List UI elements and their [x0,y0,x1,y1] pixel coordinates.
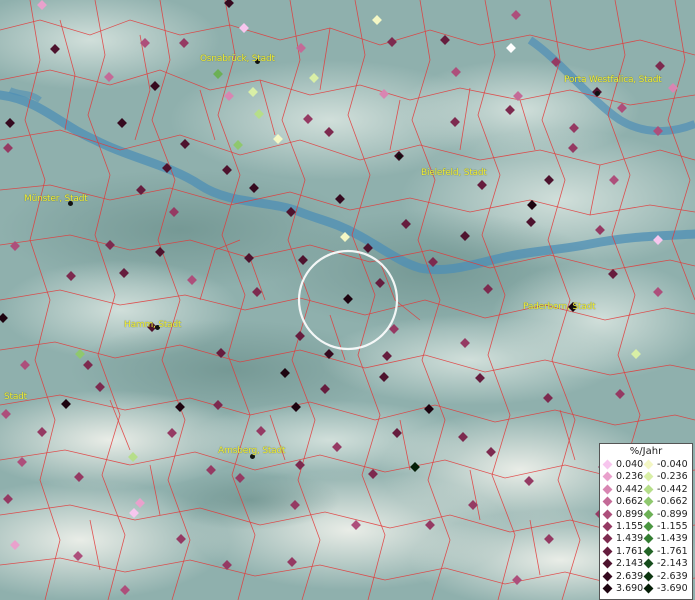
legend-entry: 0.442 [602,483,644,495]
legend-swatch [602,484,613,495]
legend-entry: 1.155 [602,521,644,532]
legend-swatch [643,546,654,557]
city-label: Bielefeld, Stadt [421,168,487,178]
legend-swatch [602,459,613,470]
city-label: Porta Westfalica, Stadt [564,75,662,85]
legend-swatch [643,533,654,544]
city-dot[interactable] [397,154,402,159]
city-label: Arnsberg, Stadt [218,446,286,456]
legend-swatch [602,558,613,569]
city-label: Hamm, Stadt [124,320,182,330]
city-label: Stadt [4,392,27,402]
legend-swatch [602,509,613,520]
legend-entry: -1.439 [643,533,688,545]
legend-value: -3.690 [657,583,688,594]
legend-swatch [602,546,613,557]
legend-swatch [602,583,613,594]
legend-entry: 1.439 [602,533,644,545]
legend-title: %/Jahr [629,446,663,457]
legend-value: -0.442 [657,483,688,495]
legend-swatch [602,521,613,532]
city-label: Paderborn, Stadt [523,302,596,312]
legend-value: -1.155 [657,521,688,532]
legend-value: 0.236 [616,471,644,483]
legend-value: 0.040 [616,459,644,470]
legend-entry: 2.143 [602,558,644,570]
legend-swatch [602,471,613,482]
legend-value: -0.040 [657,459,688,470]
legend-swatch [643,471,654,482]
legend-swatch [643,571,654,582]
city-label: Osnabrück, Stadt [200,54,275,64]
legend-entry: -3.690 [643,583,688,594]
legend-swatch [602,533,613,544]
legend-entry: -0.040 [643,459,688,470]
legend-entry: 0.899 [602,508,644,520]
legend-swatch [643,484,654,495]
legend-entry: 2.639 [602,570,644,582]
legend-value: 0.442 [616,483,644,495]
legend-swatch [643,558,654,569]
legend-entry: 3.690 [602,583,644,594]
legend-entry: -0.662 [643,496,688,508]
legend: %/Jahr 0.040 0.236 0.442 0.662 0.899 1.155 1.4… [599,443,693,600]
legend-swatch [643,459,654,470]
legend-entry: 0.040 [602,459,644,470]
city-label: Münster, Stadt [24,194,88,204]
legend-entry: -2.639 [643,570,688,582]
legend-swatch [643,496,654,507]
legend-entry: 1.761 [602,545,644,557]
legend-entry: -0.442 [643,483,688,495]
legend-value: -2.143 [657,558,688,570]
legend-value: -1.761 [657,545,688,557]
legend-value: -0.236 [657,471,688,483]
legend-value: 1.155 [616,521,644,532]
legend-swatch [643,583,654,594]
legend-entry: -0.899 [643,508,688,520]
legend-value: -2.639 [657,570,688,582]
legend-entry: -0.236 [643,471,688,483]
legend-entry: 0.662 [602,496,644,508]
legend-value: 0.662 [616,496,644,508]
terrain-layer [0,0,695,600]
legend-value: 2.143 [616,558,644,570]
legend-value: -0.899 [657,508,688,520]
legend-swatch [643,521,654,532]
legend-entry: -1.155 [643,521,688,532]
legend-value: 3.690 [616,583,644,594]
legend-value: -0.662 [657,496,688,508]
legend-value: 1.439 [616,533,644,545]
legend-value: -1.439 [657,533,688,545]
city-dot[interactable] [595,91,600,96]
legend-swatch [602,571,613,582]
legend-entry: -1.761 [643,545,688,557]
map-view[interactable]: Osnabrück, Stadt Porta Westfalica, Stadt B… [0,0,695,600]
legend-value: 0.899 [616,508,644,520]
legend-entry: 0.236 [602,471,644,483]
legend-entry: -2.143 [643,558,688,570]
legend-swatch [643,509,654,520]
legend-value: 2.639 [616,570,644,582]
legend-swatch [602,496,613,507]
legend-value: 1.761 [616,545,644,557]
